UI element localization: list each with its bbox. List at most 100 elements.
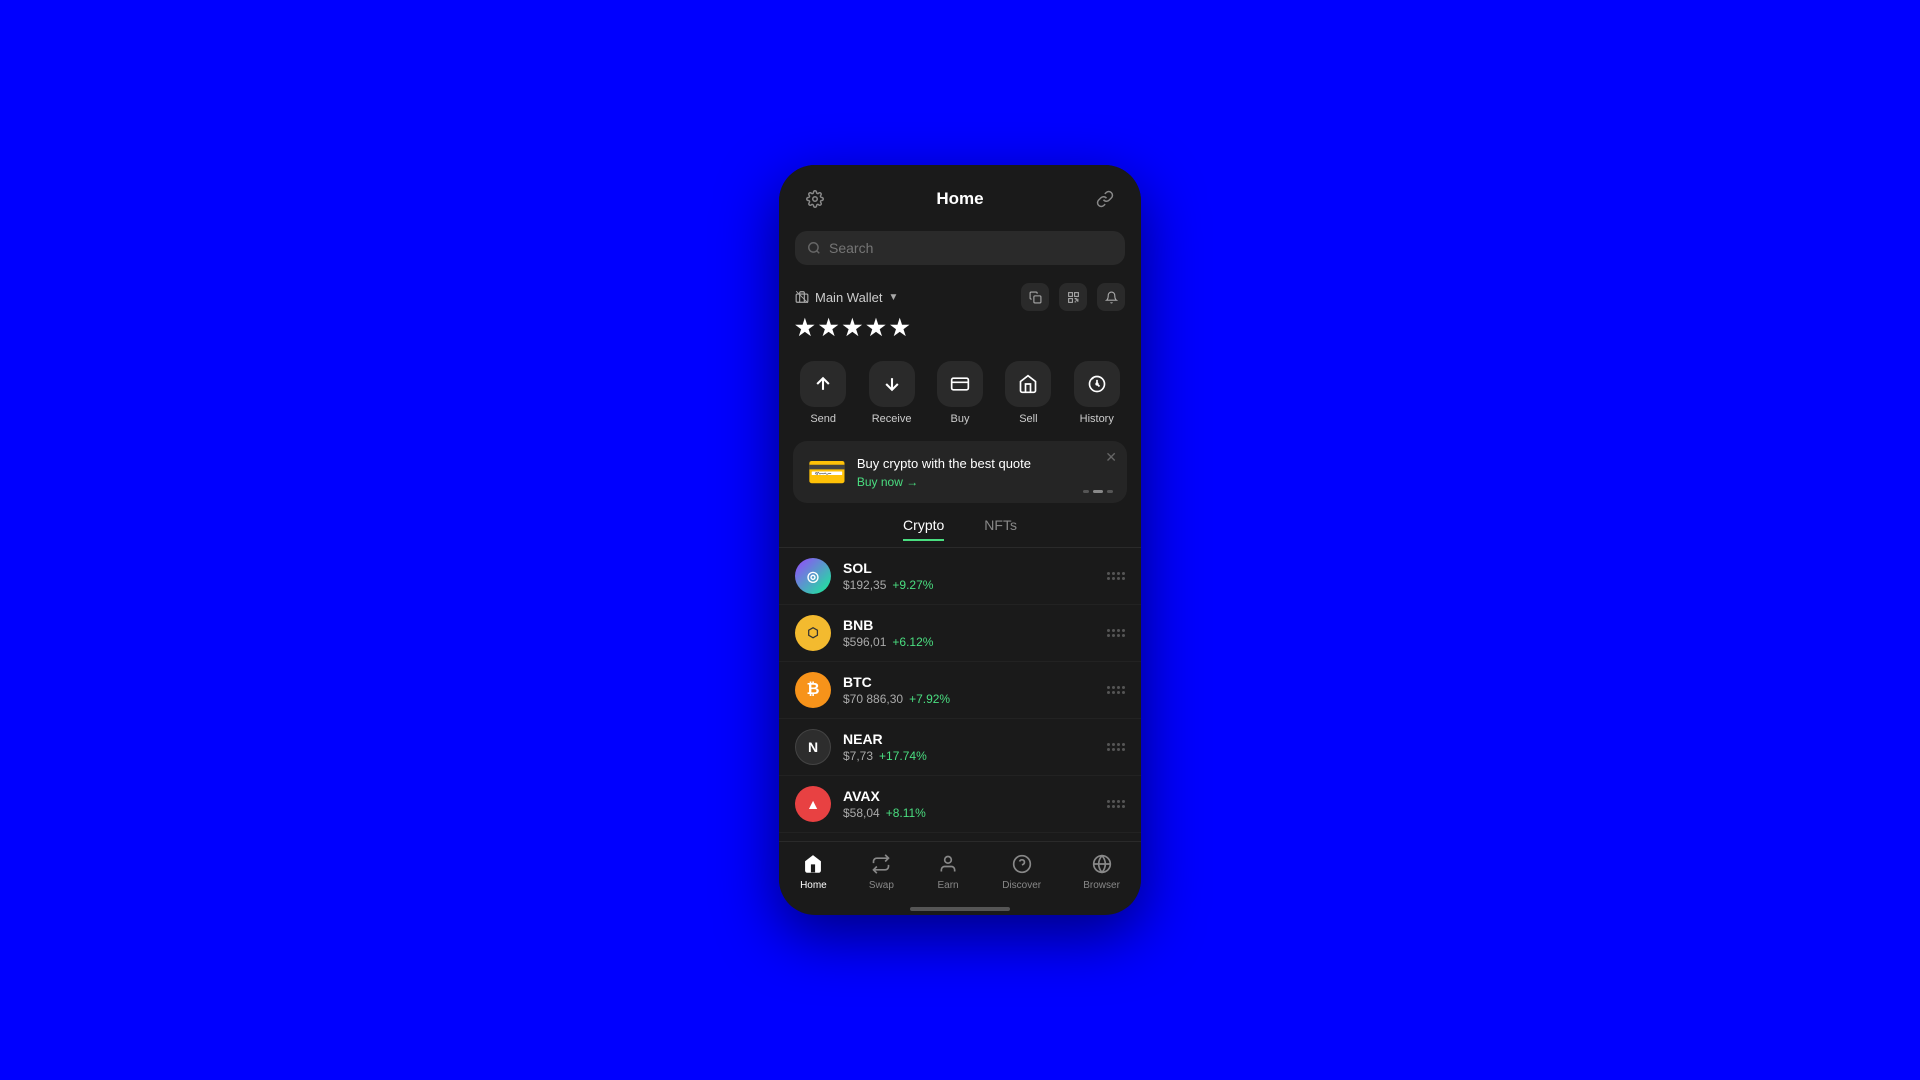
search-input[interactable] <box>829 240 1113 256</box>
wallet-dropdown-icon[interactable]: ▼ <box>888 292 898 303</box>
near-price-row: $7,73 +17.74% <box>843 749 1095 763</box>
page-title: Home <box>936 189 983 209</box>
sol-price: $192,35 <box>843 578 886 592</box>
bnb-logo: ⬡ <box>795 615 831 651</box>
nav-home[interactable]: Home <box>800 852 827 891</box>
tab-crypto[interactable]: Crypto <box>903 517 944 541</box>
browser-nav-label: Browser <box>1083 880 1120 891</box>
bnb-price-row: $596,01 +6.12% <box>843 635 1095 649</box>
list-item[interactable]: ◎ SOL $192,35 +9.27% <box>779 548 1141 605</box>
nav-earn[interactable]: Earn <box>936 852 960 891</box>
history-label: History <box>1080 413 1114 425</box>
sol-change: +9.27% <box>892 578 933 592</box>
near-logo: N <box>795 729 831 765</box>
bottom-navigation: Home Swap Earn <box>779 841 1141 907</box>
sol-info: SOL $192,35 +9.27% <box>843 560 1095 592</box>
list-item[interactable]: ▲ AVAX $58,04 +8.11% <box>779 776 1141 833</box>
search-icon <box>807 241 821 255</box>
send-icon <box>800 361 846 407</box>
swap-nav-icon <box>869 852 893 876</box>
banner-title: Buy crypto with the best quote <box>857 456 1113 471</box>
discover-nav-icon <box>1010 852 1034 876</box>
near-info: NEAR $7,73 +17.74% <box>843 731 1095 763</box>
sell-icon <box>1005 361 1051 407</box>
bnb-price: $596,01 <box>843 635 886 649</box>
send-label: Send <box>810 413 836 425</box>
avax-logo: ▲ <box>795 786 831 822</box>
tab-nfts[interactable]: NFTs <box>984 517 1017 541</box>
discover-nav-label: Discover <box>1002 880 1041 891</box>
banner-close-button[interactable]: ✕ <box>1105 449 1117 466</box>
banner-content: Buy crypto with the best quote Buy now → <box>857 456 1113 489</box>
btc-change: +7.92% <box>909 692 950 706</box>
crypto-list: ◎ SOL $192,35 +9.27% ⬡ BNB $596,01 +6.12… <box>779 548 1141 841</box>
sol-more[interactable] <box>1107 572 1125 580</box>
bnb-more[interactable] <box>1107 629 1125 637</box>
bnb-info: BNB $596,01 +6.12% <box>843 617 1095 649</box>
wallet-slash-icon <box>795 290 809 304</box>
avax-price-row: $58,04 +8.11% <box>843 806 1095 820</box>
bnb-symbol: BNB <box>843 617 1095 633</box>
banner-dot-3 <box>1107 490 1113 493</box>
swap-nav-label: Swap <box>869 880 894 891</box>
sol-price-row: $192,35 +9.27% <box>843 578 1095 592</box>
scan-button[interactable] <box>1059 283 1087 311</box>
nav-discover[interactable]: Discover <box>1002 852 1041 891</box>
promo-banner: 💳 Buy crypto with the best quote Buy now… <box>793 441 1127 503</box>
sell-button[interactable]: Sell <box>1005 361 1051 425</box>
near-price: $7,73 <box>843 749 873 763</box>
wallet-name: Main Wallet <box>815 290 882 305</box>
banner-dots <box>1083 490 1113 493</box>
banner-dot-1 <box>1083 490 1089 493</box>
notifications-button[interactable] <box>1097 283 1125 311</box>
home-nav-icon <box>801 852 825 876</box>
banner-emoji: 💳 <box>807 453 847 491</box>
wallet-action-icons <box>1021 283 1125 311</box>
banner-dot-2 <box>1093 490 1103 493</box>
banner-link[interactable]: Buy now → <box>857 475 1113 489</box>
sol-symbol: SOL <box>843 560 1095 576</box>
copy-wallet-button[interactable] <box>1021 283 1049 311</box>
app-header: Home <box>779 165 1141 225</box>
list-item[interactable]: M MATIC $0,89 +5.20% <box>779 833 1141 841</box>
btc-price-row: $70 886,30 +7.92% <box>843 692 1095 706</box>
search-bar[interactable] <box>795 231 1125 265</box>
home-indicator <box>910 907 1010 911</box>
asset-tabs: Crypto NFTs <box>779 507 1141 548</box>
buy-label: Buy <box>950 413 969 425</box>
history-button[interactable]: History <box>1074 361 1120 425</box>
home-nav-label: Home <box>800 880 827 891</box>
receive-label: Receive <box>872 413 912 425</box>
wallet-name-row: Main Wallet ▼ <box>795 290 898 305</box>
link-button[interactable] <box>1089 183 1121 215</box>
wallet-section: Main Wallet ▼ <box>779 275 1141 349</box>
earn-nav-label: Earn <box>937 880 958 891</box>
list-item[interactable]: N NEAR $7,73 +17.74% <box>779 719 1141 776</box>
buy-button[interactable]: Buy <box>937 361 983 425</box>
wallet-top-row: Main Wallet ▼ <box>795 283 1125 311</box>
btc-price: $70 886,30 <box>843 692 903 706</box>
browser-nav-icon <box>1090 852 1114 876</box>
avax-price: $58,04 <box>843 806 880 820</box>
btc-more[interactable] <box>1107 686 1125 694</box>
phone-app: Home Main Wallet ▼ <box>779 165 1141 915</box>
settings-button[interactable] <box>799 183 831 215</box>
near-change: +17.74% <box>879 749 927 763</box>
list-item[interactable]: ₿ BTC $70 886,30 +7.92% <box>779 662 1141 719</box>
history-icon <box>1074 361 1120 407</box>
send-button[interactable]: Send <box>800 361 846 425</box>
earn-nav-icon <box>936 852 960 876</box>
avax-symbol: AVAX <box>843 788 1095 804</box>
nav-swap[interactable]: Swap <box>869 852 894 891</box>
avax-more[interactable] <box>1107 800 1125 808</box>
near-more[interactable] <box>1107 743 1125 751</box>
bnb-change: +6.12% <box>892 635 933 649</box>
avax-info: AVAX $58,04 +8.11% <box>843 788 1095 820</box>
buy-icon <box>937 361 983 407</box>
nav-browser[interactable]: Browser <box>1083 852 1120 891</box>
action-buttons: Send Receive Buy Sell <box>779 349 1141 437</box>
list-item[interactable]: ⬡ BNB $596,01 +6.12% <box>779 605 1141 662</box>
sell-label: Sell <box>1019 413 1037 425</box>
sol-logo: ◎ <box>795 558 831 594</box>
receive-button[interactable]: Receive <box>869 361 915 425</box>
